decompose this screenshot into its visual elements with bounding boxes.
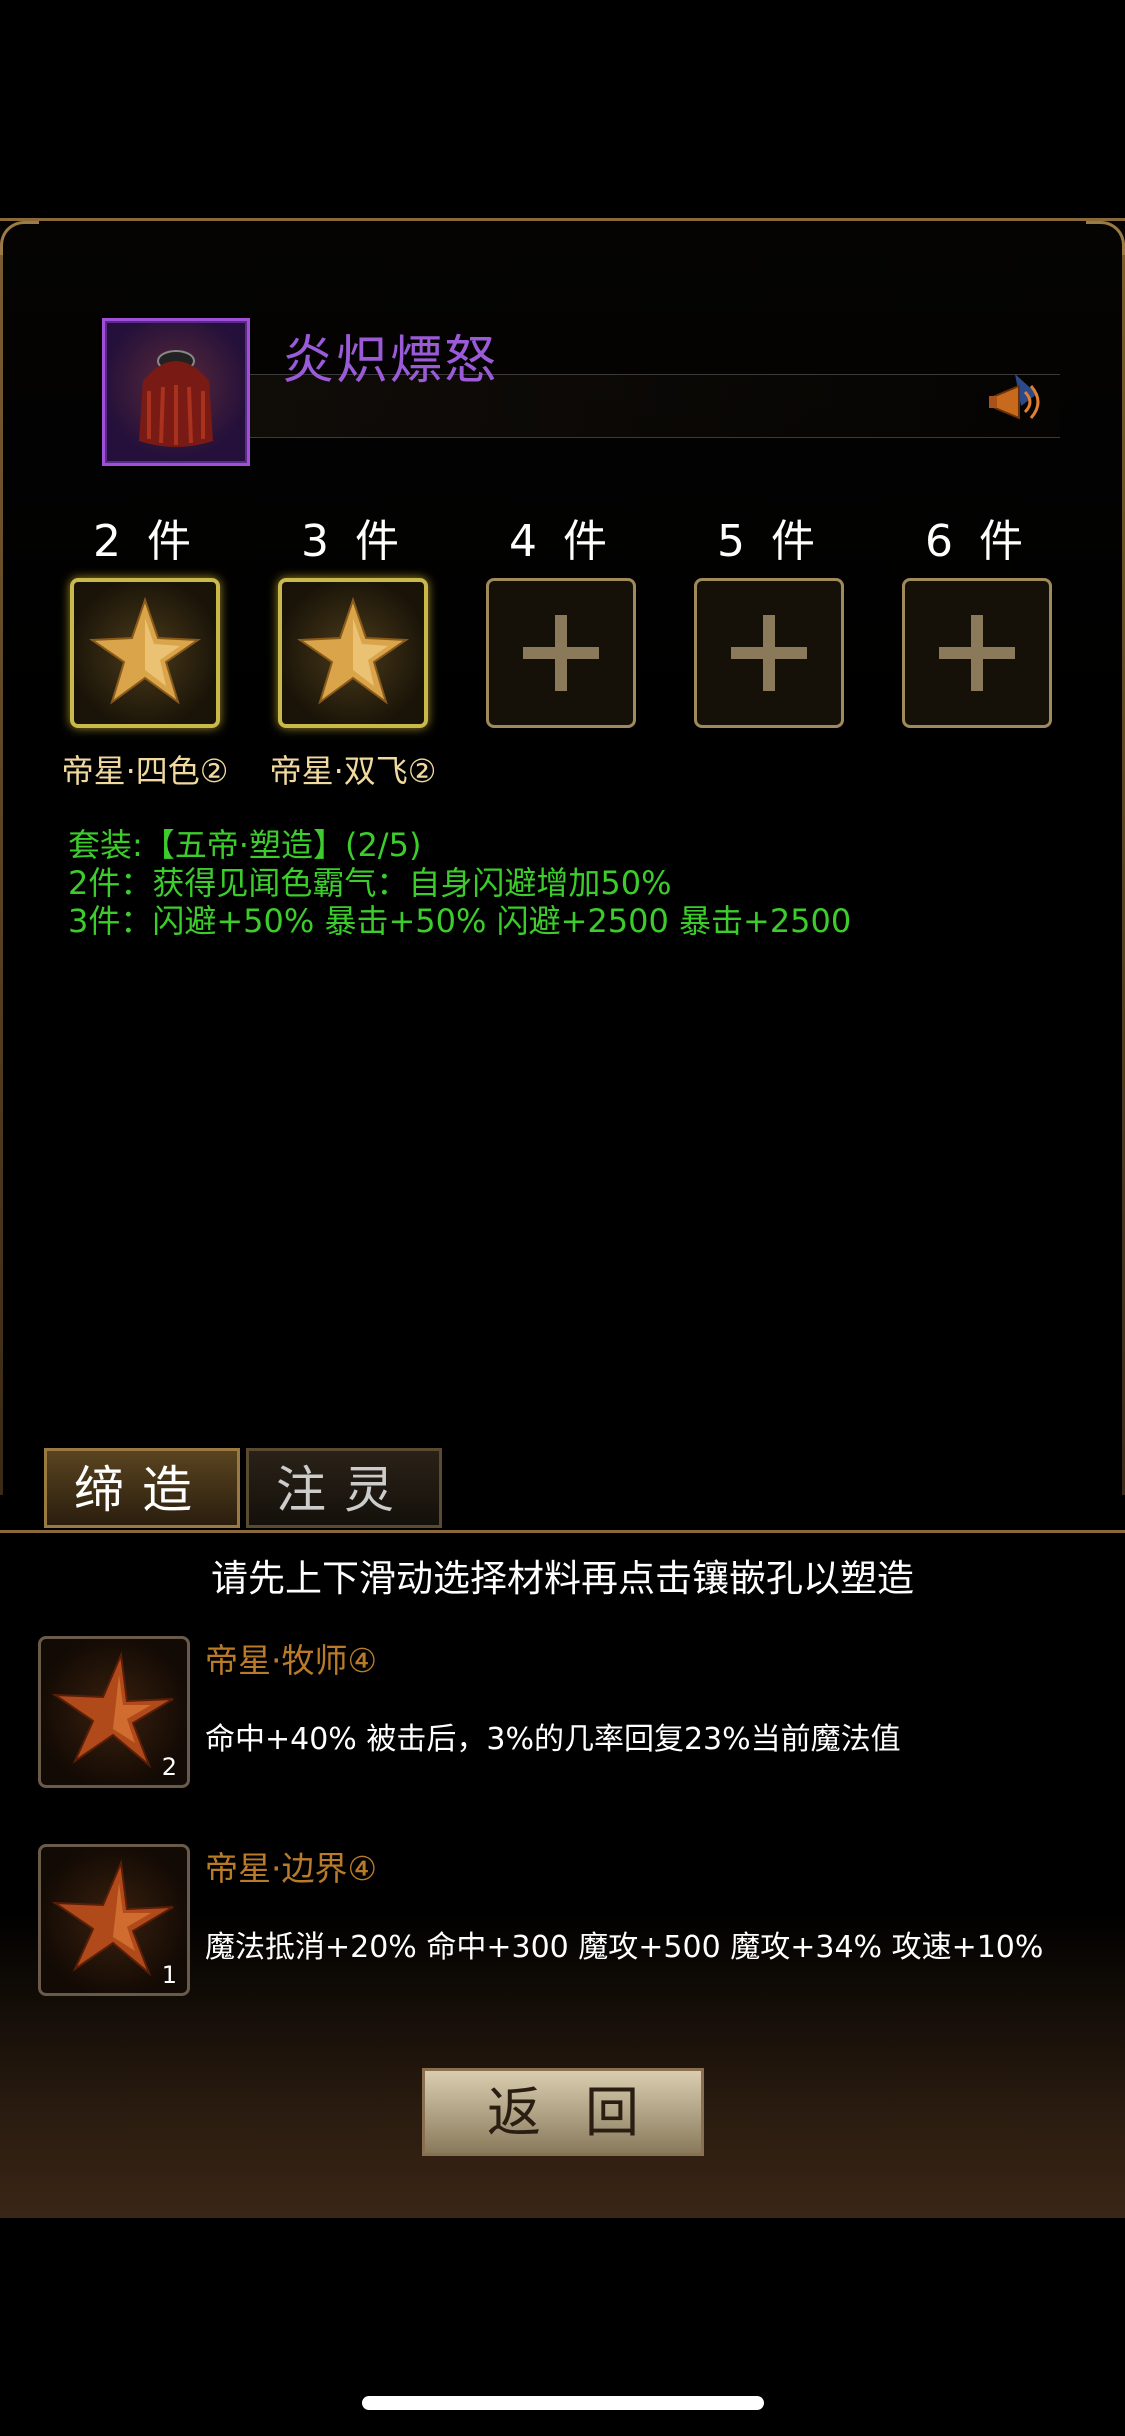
- home-indicator[interactable]: [362, 2396, 764, 2410]
- horn-icon[interactable]: [985, 370, 1045, 430]
- emperor-star-icon: [296, 596, 410, 705]
- plus-icon: [731, 615, 807, 691]
- tab-spirit[interactable]: 注灵: [246, 1448, 442, 1528]
- material-name-1: 帝星·牧师④: [205, 1641, 378, 1680]
- socket-slot-5[interactable]: [694, 578, 844, 728]
- socket-slot-4[interactable]: [486, 578, 636, 728]
- slot-count-2: 2 件: [93, 516, 197, 567]
- slot-count-4: 4 件: [509, 516, 613, 567]
- tab-forge[interactable]: 缔造: [44, 1448, 240, 1528]
- item-name: 炎炽熛怒: [282, 331, 499, 391]
- slot-count-6: 6 件: [925, 516, 1029, 567]
- material-name-2: 帝星·边界④: [205, 1849, 378, 1888]
- plus-icon: [939, 615, 1015, 691]
- slot-label-2: 帝星·四色②: [61, 752, 229, 790]
- slot-count-5: 5 件: [717, 516, 821, 567]
- back-button[interactable]: 返回: [422, 2068, 704, 2156]
- material-desc-2: 魔法抵消+20% 命中+300 魔攻+500 魔攻+34% 攻速+10%: [205, 1930, 1044, 1965]
- instruction-hint: 请先上下滑动选择材料再点击镶嵌孔以塑造: [211, 1557, 914, 1600]
- plus-icon: [523, 615, 599, 691]
- hair-helmet-icon: [139, 350, 213, 447]
- emperor-star-icon: [88, 596, 202, 705]
- socket-slot-3[interactable]: [278, 578, 428, 728]
- socket-slot-6[interactable]: [902, 578, 1052, 728]
- material-item-2[interactable]: 1: [38, 1844, 190, 1996]
- set-bonus-line-3: 3件：闪避+50% 暴击+50% 闪避+2500 暴击+2500: [68, 902, 852, 940]
- panel-side-left: [0, 255, 3, 1495]
- material-quantity: 1: [161, 1961, 177, 1989]
- slot-count-3: 3 件: [301, 516, 405, 567]
- panel-corner-right: [1086, 221, 1125, 260]
- material-desc-1: 命中+40% 被击后，3%的几率回复23%当前魔法值: [205, 1722, 901, 1757]
- item-portrait[interactable]: [102, 318, 250, 466]
- socket-slot-2[interactable]: [70, 578, 220, 728]
- slot-label-3: 帝星·双飞②: [269, 752, 437, 790]
- material-item-1[interactable]: 2: [38, 1636, 190, 1788]
- material-quantity: 2: [161, 1753, 177, 1781]
- panel-corner-left: [0, 221, 39, 260]
